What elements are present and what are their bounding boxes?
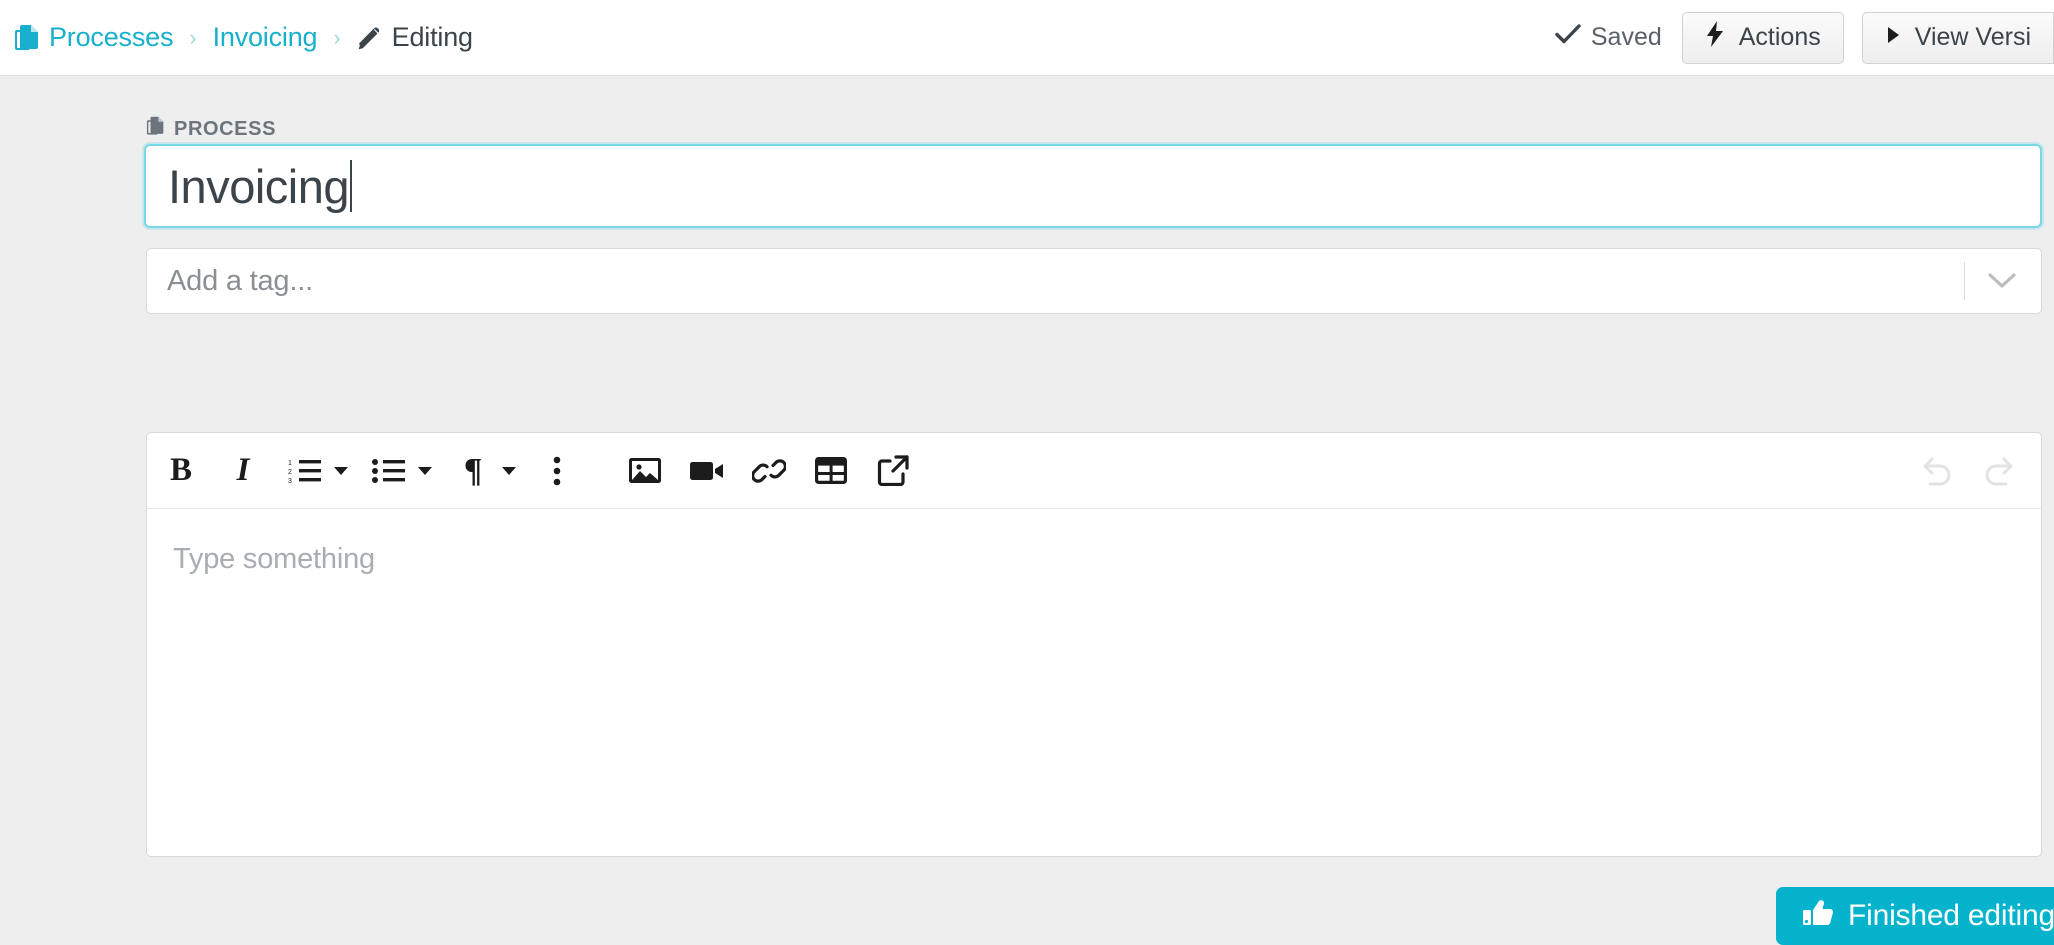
documents-icon [146,116,165,142]
breadcrumb: Processes › Invoicing › Editing [14,0,473,75]
breadcrumb-label-processes: Processes [49,22,174,52]
top-bar: Processes › Invoicing › Editing Saved Ac… [0,0,2054,76]
editor-toolbar-right-group [1915,445,2021,497]
tag-placeholder-text: Add a tag... [167,264,313,297]
divider [1964,262,1965,300]
finished-editing-button[interactable]: Finished editing [1776,887,2054,945]
view-versions-button[interactable]: View Versi [1861,11,2054,64]
rich-text-editor: B I 1 2 3 ¶ Type something [146,432,2042,857]
finished-editing-label: Finished editing [1848,899,2054,932]
svg-text:3: 3 [288,478,292,485]
unordered-list-icon[interactable] [367,445,411,497]
breadcrumb-separator-2: › [333,24,341,50]
italic-icon[interactable]: I [221,445,265,497]
breadcrumb-item-processes[interactable]: Processes [14,22,173,53]
paragraph-dropdown-caret[interactable] [495,445,523,497]
svg-text:2: 2 [288,469,292,476]
bold-icon[interactable]: B [159,445,203,497]
redo-icon[interactable] [1977,445,2021,497]
top-bar-actions: Saved Actions View Versi [1555,0,2054,75]
actions-label: Actions [1738,23,1821,51]
chevron-down-icon[interactable] [1987,272,2041,290]
process-title-input[interactable]: Invoicing [144,144,2042,228]
image-icon[interactable] [623,445,667,497]
pencil-icon [357,25,383,51]
process-label-text: PROCESS [174,117,277,140]
tag-input[interactable]: Add a tag... [146,248,2042,314]
unordered-list-dropdown-caret[interactable] [411,445,439,497]
process-title-value: Invoicing [168,159,350,213]
more-options-icon[interactable] [535,445,579,497]
breadcrumb-separator-1: › [189,24,197,50]
view-versions-label: View Versi [1914,23,2031,51]
breadcrumb-label-invoicing: Invoicing [212,22,318,52]
paragraph-icon[interactable]: ¶ [451,445,495,497]
svg-text:1: 1 [288,460,292,467]
breadcrumb-label-editing: Editing [391,22,473,52]
documents-icon [14,24,40,52]
editor-toolbar: B I 1 2 3 ¶ [147,433,2041,509]
lightning-bolt-icon [1705,20,1725,55]
process-field-label: PROCESS [146,116,276,142]
embed-icon[interactable] [871,445,915,497]
status-badge-saved: Saved [1555,23,1662,52]
ordered-list-dropdown-caret[interactable] [327,445,355,497]
breadcrumb-item-editing: Editing [357,22,473,53]
text-cursor [350,160,352,212]
thumbs-up-icon [1802,897,1834,935]
play-triangle-icon [1885,23,1901,52]
tag-input-controls [1964,249,2041,313]
video-icon[interactable] [685,445,729,497]
ordered-list-icon[interactable]: 1 2 3 [283,445,327,497]
main-content: PROCESS Invoicing Add a tag... B I 1 2 3… [0,76,2054,945]
editor-toolbar-left-group: B I 1 2 3 ¶ [159,445,915,497]
saved-label: Saved [1590,23,1662,51]
check-icon [1555,23,1581,52]
undo-icon[interactable] [1915,445,1959,497]
table-icon[interactable] [809,445,853,497]
link-icon[interactable] [747,445,791,497]
actions-button[interactable]: Actions [1681,11,1844,64]
breadcrumb-item-invoicing[interactable]: Invoicing [213,22,318,53]
editor-content-area[interactable]: Type something [147,509,2041,856]
editor-placeholder: Type something [173,543,375,575]
